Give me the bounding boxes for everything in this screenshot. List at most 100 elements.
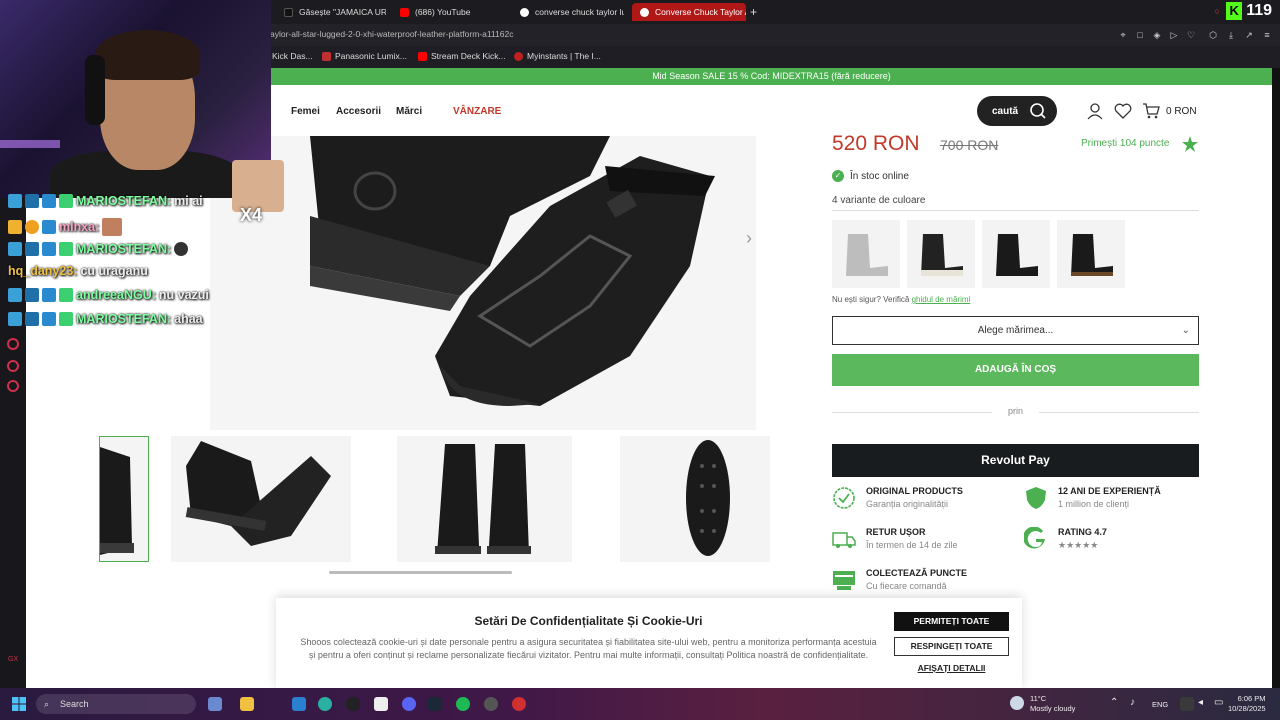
extensions-icon[interactable]: ⬡ — [1208, 30, 1218, 40]
sidebar-app-icon[interactable] — [7, 360, 19, 372]
browser-tab[interactable]: (686) YouTube — [392, 3, 502, 21]
chevron-up-icon[interactable]: ⌃ — [1110, 697, 1124, 711]
taskbar-search[interactable]: ⌕ Search — [36, 694, 196, 714]
taskbar-clock[interactable]: 6:06 PM 10/28/2025 — [1228, 694, 1266, 714]
color-variant[interactable] — [907, 220, 975, 288]
extension-icon[interactable]: ▷ — [1169, 30, 1179, 40]
accept-all-button[interactable]: PERMITEȚI TOATE — [894, 612, 1009, 631]
color-variant[interactable] — [982, 220, 1050, 288]
next-image-arrow[interactable]: › — [746, 228, 752, 249]
user-icon[interactable] — [1086, 102, 1104, 120]
nav-marci[interactable]: Mărci — [396, 106, 422, 117]
heart-icon[interactable] — [1114, 102, 1132, 120]
chat-text: ahaa — [174, 312, 203, 326]
product-thumbnail[interactable] — [99, 436, 149, 562]
old-price: 700 RON — [940, 137, 999, 153]
language-indicator[interactable]: ENG — [1152, 700, 1168, 709]
product-thumbnail[interactable] — [171, 436, 351, 562]
discord-icon[interactable] — [402, 697, 416, 711]
add-to-cart-button[interactable]: ADAUGĂ ÎN COȘ — [832, 354, 1199, 386]
size-guide-link[interactable]: ghidul de mărimi — [912, 295, 971, 304]
nav-vanzare[interactable]: VÂNZARE — [453, 106, 501, 117]
google-g-icon — [1024, 527, 1045, 549]
cookie-text: Shooos colectează cookie-uri și date per… — [300, 637, 877, 660]
volume-icon[interactable]: ◂ — [1198, 697, 1212, 711]
truck-return-icon — [832, 532, 856, 548]
task-view-icon[interactable] — [208, 697, 222, 711]
spotify-icon[interactable] — [456, 697, 470, 711]
new-tab-button[interactable]: + — [750, 5, 757, 19]
bookmark-item[interactable]: Stream Deck Kick... — [418, 51, 506, 61]
settings-icon[interactable] — [7, 380, 19, 392]
nav-femei[interactable]: Femei — [291, 106, 320, 117]
battery-icon[interactable]: ▭ — [1214, 697, 1228, 711]
gift-badge-icon — [59, 194, 73, 208]
network-icon[interactable] — [1180, 697, 1194, 711]
revolut-pay-button[interactable]: Revolut Pay — [832, 444, 1199, 477]
product-thumbnail[interactable] — [397, 436, 572, 562]
webcam-overlay — [0, 0, 271, 198]
camera-badge-icon — [42, 288, 56, 302]
feature-rating: RATING 4.7 ★★★★★ — [1024, 527, 1107, 551]
feature-subtitle: ★★★★★ — [1058, 540, 1099, 550]
extension-icon[interactable]: □ — [1135, 30, 1145, 40]
sidebar-app-icon[interactable]: GX — [8, 656, 18, 663]
feature-subtitle: Cu fiecare comandă — [866, 581, 947, 591]
nav-accesorii[interactable]: Accesorii — [336, 106, 381, 117]
bookmark-item[interactable]: Panasonic Lumix... — [322, 51, 407, 61]
obs-icon[interactable] — [346, 697, 360, 711]
chat-message: andreeaNGU: nu vazui — [8, 288, 209, 302]
color-variant[interactable] — [832, 220, 900, 288]
ambient-light — [0, 140, 60, 148]
browser-tab[interactable]: converse chuck taylor lug — [512, 3, 624, 21]
tab-label: Găsește "JAMAICA URAG — [299, 7, 386, 17]
google-icon — [520, 7, 529, 17]
mail-icon[interactable] — [292, 697, 306, 711]
show-details-link[interactable]: AFIȘAȚI DETALII — [894, 663, 1009, 673]
app-icon[interactable] — [484, 697, 498, 711]
feature-return: RETUR UȘOR În termen de 14 de zile — [832, 527, 958, 551]
product-thumbnail[interactable] — [620, 436, 770, 562]
url-text[interactable]: aylor-all-star-lugged-2-0-xhi-waterproof… — [270, 29, 513, 39]
bookmark-label: Panasonic Lumix... — [335, 51, 407, 61]
app-icon[interactable] — [374, 697, 388, 711]
menu-icon[interactable]: ≡ — [1262, 30, 1272, 40]
file-explorer-icon[interactable] — [240, 697, 254, 711]
cart-icon[interactable] — [1142, 102, 1160, 120]
browser-tab[interactable]: Găsește "JAMAICA URAG — [276, 3, 386, 21]
sidebar-app-icon[interactable] — [7, 338, 19, 350]
variants-label: 4 variante de culoare — [832, 195, 926, 206]
edge-icon[interactable] — [318, 697, 332, 711]
taskbar-weather[interactable]: 11°C Mostly cloudy — [1030, 694, 1075, 714]
points-star-icon — [1182, 136, 1198, 152]
cookie-title: Setări De Confidențialitate Și Cookie-Ur… — [474, 614, 703, 628]
bookmark-item[interactable]: Myinstants | The I... — [514, 51, 601, 61]
search-button[interactable]: caută — [977, 96, 1057, 126]
extension-icon[interactable]: ◈ — [1152, 30, 1162, 40]
product-main-image[interactable] — [210, 136, 756, 430]
size-select[interactable]: Alege mărimea... ⌄ — [832, 316, 1199, 345]
color-variant[interactable] — [1057, 220, 1125, 288]
taskbar-search-label: Search — [60, 699, 89, 709]
download-icon[interactable]: ⤓ — [1226, 30, 1236, 40]
cart-total[interactable]: 0 RON — [1166, 106, 1197, 117]
browser-tab-active[interactable]: Converse Chuck Taylor A — [632, 3, 746, 21]
search-icon — [1030, 103, 1046, 119]
search-label: caută — [992, 105, 1019, 117]
level-badge-icon — [25, 220, 39, 234]
feature-title: 12 ANI DE EXPERIENȚĂ — [1058, 486, 1161, 496]
windows-start-icon[interactable] — [12, 697, 26, 711]
opera-gx-icon[interactable] — [512, 697, 526, 711]
thumbnail-scrollbar[interactable] — [329, 571, 512, 574]
thumbnail-image — [185, 441, 331, 546]
mic-icon[interactable]: ♪ — [1130, 697, 1144, 711]
bookmark-item[interactable]: Kick Das... — [272, 51, 313, 61]
steam-icon[interactable] — [428, 697, 442, 711]
reject-all-button[interactable]: RESPINGEȚI TOATE — [894, 637, 1009, 656]
headset-icon — [85, 55, 105, 125]
extension-icon[interactable]: ⌖ — [1118, 30, 1128, 40]
share-icon[interactable]: ↗ — [1244, 30, 1254, 40]
favorite-icon[interactable]: ♡ — [1186, 30, 1196, 40]
tab-label: Converse Chuck Taylor A — [655, 7, 746, 17]
promo-banner[interactable]: Mid Season SALE 15 % Cod: MIDEXTRA15 (fă… — [271, 68, 1272, 85]
